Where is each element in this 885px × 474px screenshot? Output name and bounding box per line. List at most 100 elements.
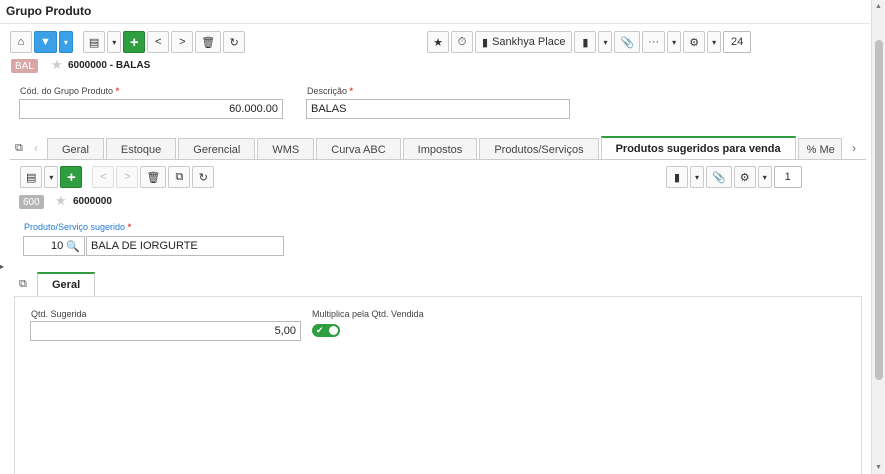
filter-dropdown-button[interactable]: ▾ — [58, 31, 73, 53]
cod-label: Cód. do Grupo Produto * — [20, 86, 120, 96]
refresh-icon: ↻ — [229, 36, 239, 49]
sub-record-count: 1 — [773, 166, 802, 188]
copy-icon[interactable]: ⧉ — [15, 142, 23, 155]
chevron-right-icon: > — [124, 171, 131, 183]
sub-delete-button[interactable]: 🗑 — [140, 166, 167, 188]
sub-toolbar: ▤ ▾ + < > 🗑 ⧉ ↻ — [20, 164, 216, 190]
vertical-scrollbar[interactable]: ▲ ▼ — [871, 0, 885, 474]
refresh-button[interactable]: ↻ — [223, 31, 246, 53]
grid-view-icon: ▤ — [88, 36, 100, 49]
inner-tab-geral[interactable]: Geral — [37, 272, 96, 296]
sankhya-place-button[interactable]: ▮ Sankhya Place — [475, 31, 573, 53]
gear-icon: ⚙ — [689, 36, 700, 49]
sub-grid-view-button[interactable]: ▤ — [20, 166, 43, 188]
chevron-down-icon: ▾ — [603, 37, 608, 47]
sub-attach-button[interactable]: 📎 — [706, 166, 732, 188]
sub-duplicate-button[interactable]: ⧉ — [168, 166, 191, 188]
main-tabs: Geral Estoque Gerencial WMS Curva ABC Im… — [47, 136, 844, 160]
document-icon: ▮ — [582, 36, 589, 49]
tabs-scroll-left-icon[interactable]: ‹ — [34, 141, 38, 155]
tab-produtos-sugeridos[interactable]: Produtos sugeridos para venda — [600, 136, 796, 160]
tabs-scroll-right-icon[interactable]: › — [852, 141, 856, 155]
tab-gerencial[interactable]: Gerencial — [178, 138, 256, 160]
sub-toolbar-right: ▮ ▾ 📎 ⚙ ▾ 1 — [666, 164, 804, 190]
desc-label: Descrição * — [307, 86, 354, 96]
sub-record-label: 6000000 — [73, 196, 112, 207]
document-icon: ▮ — [673, 171, 681, 184]
tabs-divider — [10, 159, 866, 160]
tab-impostos[interactable]: Impostos — [402, 138, 478, 160]
sub-refresh-button[interactable]: ↻ — [192, 166, 215, 188]
scroll-down-icon[interactable]: ▼ — [875, 464, 882, 471]
more-button[interactable]: ··· — [642, 31, 666, 53]
star-icon[interactable]: ★ — [51, 57, 63, 73]
sub-prev-button[interactable]: < — [92, 166, 115, 188]
desc-input[interactable]: BALAS — [306, 99, 570, 119]
tab-estoque[interactable]: Estoque — [105, 138, 177, 160]
grid-view-button[interactable]: ▤ — [82, 31, 106, 53]
product-code-input[interactable]: 10 🔍 — [23, 236, 85, 256]
sub-add-button[interactable]: + — [60, 166, 83, 188]
grid-view-dropdown-button[interactable]: ▾ — [107, 31, 122, 53]
window-title: Grupo Produto — [0, 0, 870, 24]
detail-panel: Qtd. Sugerida 5,00 Multiplica pela Qtd. … — [14, 296, 862, 474]
tab-curva-abc[interactable]: Curva ABC — [316, 138, 401, 160]
chevron-left-icon: < — [155, 36, 162, 48]
sub-settings-dropdown-button[interactable]: ▾ — [757, 166, 772, 188]
next-record-button[interactable]: > — [171, 31, 194, 53]
document-dropdown-button[interactable]: ▾ — [598, 31, 613, 53]
document-button[interactable]: ▮ — [574, 31, 597, 53]
chevron-down-icon: ▾ — [694, 172, 699, 182]
tab-produtos-servicos[interactable]: Produtos/Serviços — [479, 138, 599, 160]
tab-wms[interactable]: WMS — [257, 138, 315, 160]
more-dropdown-button[interactable]: ▾ — [667, 31, 682, 53]
record-badge: BAL — [11, 59, 38, 73]
copy-icon[interactable]: ⧉ — [19, 278, 27, 291]
search-icon[interactable]: 🔍 — [66, 240, 80, 253]
trash-icon: 🗑 — [201, 36, 216, 49]
sub-document-button[interactable]: ▮ — [666, 166, 688, 188]
gear-icon: ⚙ — [739, 171, 750, 184]
app-frame: Grupo Produto ⌂ ▼ ▾ ▤ ▾ + < > 🗑 ↻ ★ ⏱ ▮ S… — [0, 0, 885, 474]
side-expand-icon[interactable]: ▸ — [0, 262, 4, 271]
settings-dropdown-button[interactable]: ▾ — [707, 31, 722, 53]
multiplica-toggle[interactable]: ✔ — [312, 324, 340, 337]
grid-view-icon: ▤ — [26, 171, 37, 184]
stopwatch-icon: ⏱ — [457, 35, 467, 48]
home-button[interactable]: ⌂ — [10, 31, 32, 53]
trash-icon: 🗑 — [146, 171, 161, 184]
filter-button[interactable]: ▼ — [34, 31, 57, 53]
chevron-down-icon: ▾ — [112, 37, 117, 47]
cod-input[interactable]: 60.000.00 — [19, 99, 283, 119]
tab-geral[interactable]: Geral — [47, 138, 104, 160]
settings-button[interactable]: ⚙ — [683, 31, 706, 53]
qtd-input[interactable]: 5,00 — [30, 321, 301, 341]
paperclip-icon: 📎 — [620, 36, 635, 49]
scroll-up-icon[interactable]: ▲ — [875, 3, 882, 10]
add-button[interactable]: + — [123, 31, 146, 53]
qtd-label: Qtd. Sugerida — [31, 309, 87, 319]
chevron-down-icon: ▾ — [63, 37, 68, 47]
star-icon[interactable]: ★ — [55, 193, 67, 209]
toggle-knob — [329, 326, 338, 335]
product-name-input[interactable]: BALA DE IORGURTE — [86, 236, 284, 256]
timer-button[interactable]: ⏱ — [451, 31, 473, 53]
sub-grid-dropdown-button[interactable]: ▾ — [44, 166, 59, 188]
sub-document-dropdown-button[interactable]: ▾ — [690, 166, 704, 188]
attach-button[interactable]: 📎 — [614, 31, 641, 53]
tab-percent-me[interactable]: % Me — [797, 138, 842, 160]
main-toolbar-right: ★ ⏱ ▮ Sankhya Place ▮ ▾ 📎 ··· ▾ ⚙ ▾ 24 — [427, 29, 753, 55]
sankhya-place-label: Sankhya Place — [492, 36, 566, 48]
delete-button[interactable]: 🗑 — [195, 31, 222, 53]
paperclip-icon: 📎 — [712, 171, 726, 184]
scrollbar-thumb[interactable] — [875, 40, 883, 380]
chevron-down-icon: ▾ — [712, 37, 717, 47]
prev-record-button[interactable]: < — [147, 31, 170, 53]
chevron-down-icon: ▾ — [49, 172, 54, 182]
home-icon: ⌂ — [17, 36, 25, 48]
check-icon: ✔ — [316, 325, 324, 335]
product-code-value: 10 — [51, 240, 64, 252]
sub-settings-button[interactable]: ⚙ — [733, 166, 756, 188]
sub-next-button[interactable]: > — [116, 166, 139, 188]
favorite-button[interactable]: ★ — [427, 31, 449, 53]
